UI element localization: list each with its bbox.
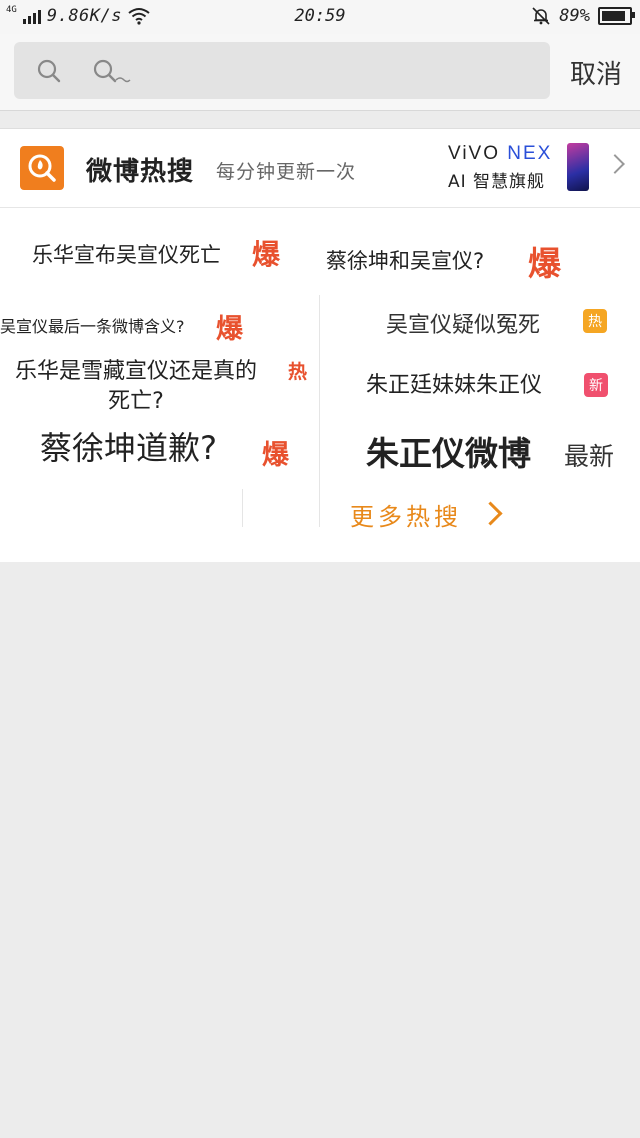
explode-badge: 爆	[528, 244, 561, 283]
explode-badge: 爆	[252, 238, 281, 271]
search-box[interactable]	[14, 42, 550, 99]
explode-badge: 爆	[262, 440, 289, 471]
new-badge: 新	[584, 373, 608, 397]
trend-item[interactable]: 蔡徐坤和吴宣仪?	[326, 245, 484, 275]
trend-item[interactable]: 蔡徐坤道歉?	[40, 423, 217, 469]
trend-item[interactable]: 吴宣仪最后一条微博含义?	[0, 313, 185, 337]
battery-icon	[598, 7, 635, 25]
search-icon	[37, 59, 61, 83]
phone-image	[567, 143, 589, 191]
column-divider	[319, 295, 320, 527]
chevron-right-icon[interactable]	[605, 154, 625, 174]
weibo-hot-logo-icon	[20, 146, 64, 190]
search-header: 取消	[0, 34, 640, 111]
status-bar: 4G 9.86K/s 20:59 89%	[0, 0, 640, 34]
explode-badge: 爆	[216, 314, 243, 345]
trend-item[interactable]: 朱正仪微博	[366, 427, 531, 475]
search-input[interactable]	[94, 52, 528, 90]
mute-bell-icon	[532, 7, 550, 25]
hot-badge: 热	[583, 309, 607, 333]
card-subtitle: 每分钟更新一次	[216, 161, 357, 183]
trend-item[interactable]: 乐华宣布吴宣仪死亡	[32, 239, 221, 269]
hot-badge: 热	[288, 361, 308, 383]
cancel-button[interactable]: 取消	[570, 54, 622, 91]
card-title: 微博热搜	[86, 157, 195, 187]
more-hot-search-link[interactable]: 更多热搜	[350, 497, 462, 532]
chevron-right-icon[interactable]	[478, 501, 503, 526]
newest-label: 最新	[564, 442, 615, 471]
hot-search-card: 微博热搜 每分钟更新一次 ViVO NEX AI 智慧旗舰 乐华宣布吴宣仪死亡 …	[0, 128, 640, 562]
status-right: 89%	[531, 6, 635, 26]
column-divider	[242, 489, 243, 527]
trend-item[interactable]: 朱正廷妹妹朱正仪	[366, 367, 542, 399]
battery-percent: 89%	[559, 6, 590, 26]
card-header[interactable]: 微博热搜 每分钟更新一次 ViVO NEX AI 智慧旗舰	[0, 129, 640, 208]
trend-item[interactable]: 乐华是雪藏宣仪还是真的 死亡?	[0, 357, 272, 417]
trend-item[interactable]: 吴宣仪疑似冤死	[386, 307, 540, 339]
